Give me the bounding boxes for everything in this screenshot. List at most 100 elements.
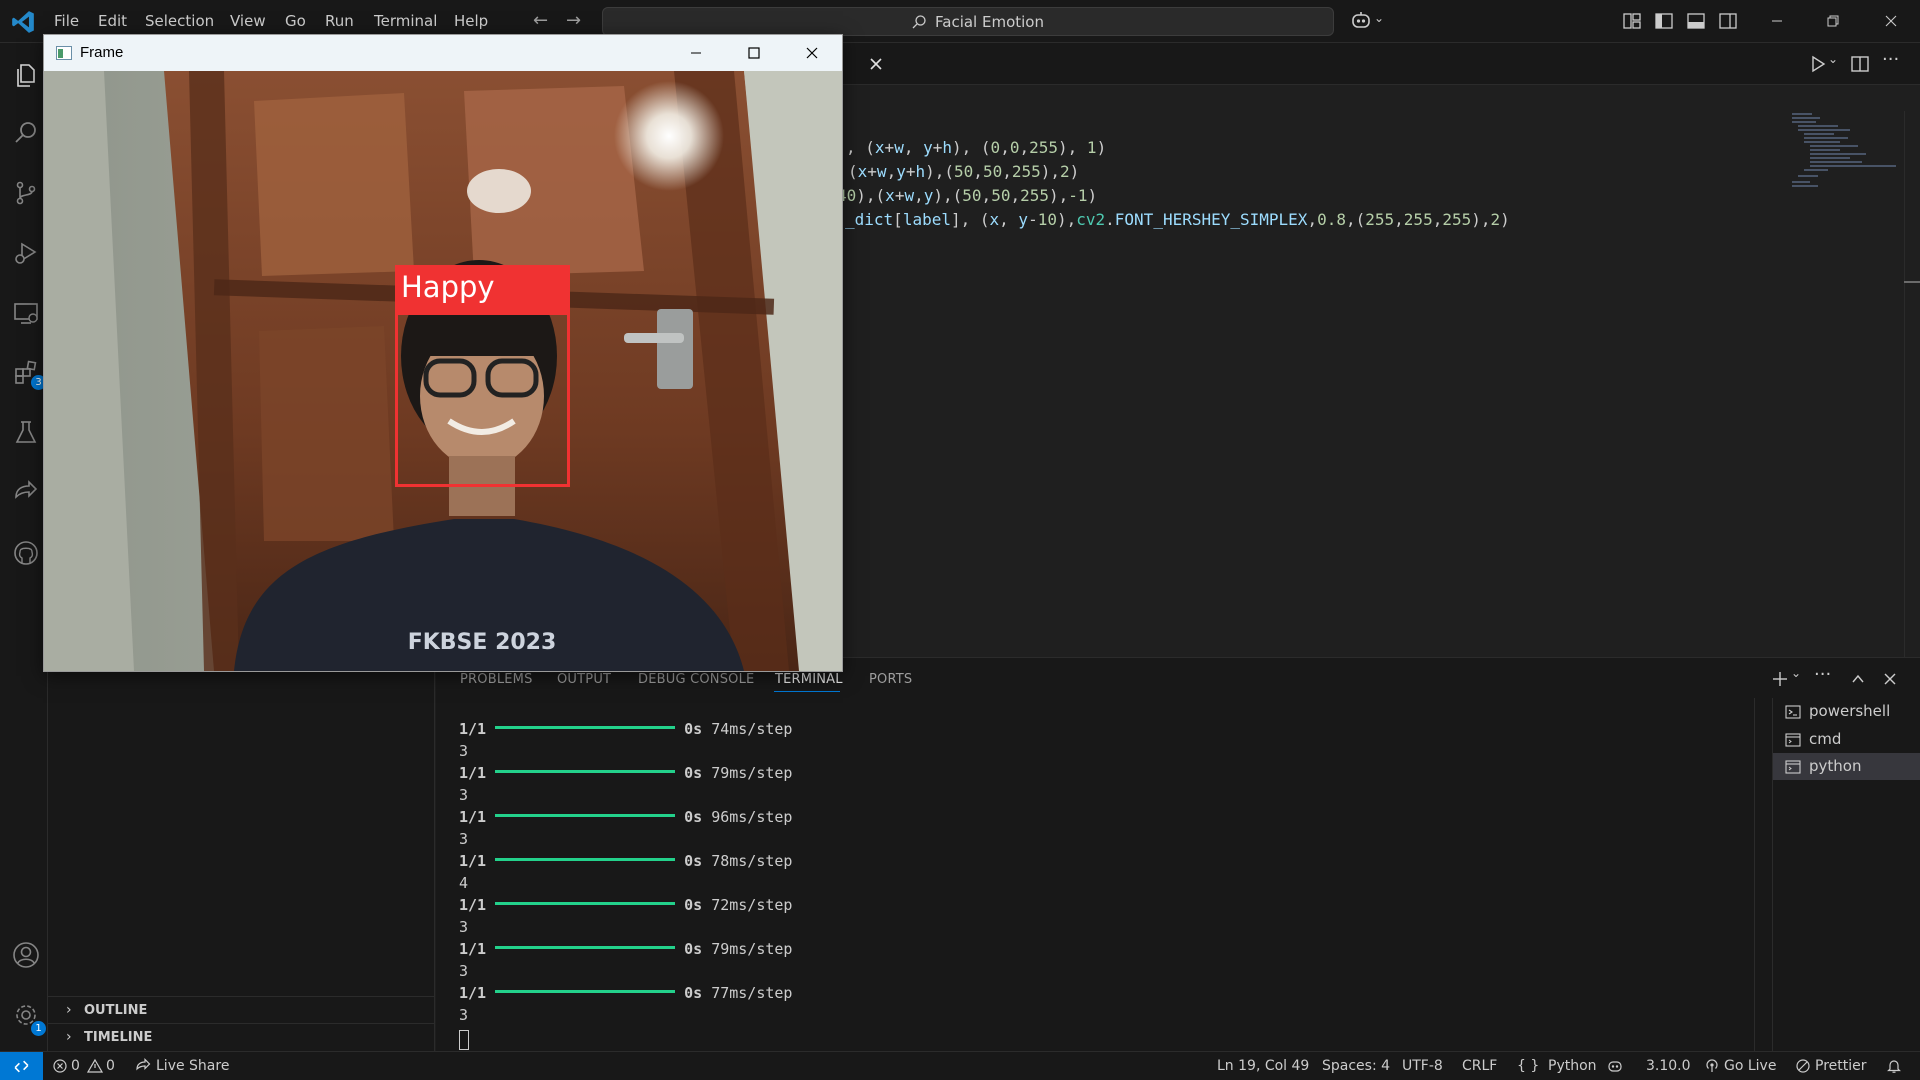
editor-scrollbar[interactable] (1904, 111, 1920, 657)
maximize-panel-icon[interactable] (1848, 669, 1868, 689)
search-icon[interactable] (12, 119, 40, 147)
code-token: 50 (954, 162, 974, 181)
outline-section-header[interactable]: › OUTLINE (48, 996, 435, 1023)
code-token: 255 (1029, 138, 1059, 157)
frame-minimize-icon[interactable] (684, 41, 708, 65)
prettier-check-icon[interactable] (1795, 1058, 1811, 1074)
toggle-secondary-sidebar-icon[interactable] (1718, 11, 1738, 31)
frame-title-bar[interactable]: Frame (44, 35, 842, 71)
forward-arrow-icon[interactable]: → (566, 10, 581, 31)
menu-run[interactable]: Run (325, 12, 354, 30)
tab-problems[interactable]: PROBLEMS (460, 672, 533, 687)
menu-terminal[interactable]: Terminal (374, 12, 437, 30)
code-token: + (932, 138, 943, 157)
minimap[interactable] (1790, 111, 1902, 231)
step-count: 1/1 (459, 720, 487, 738)
copilot-icon[interactable] (1350, 10, 1372, 32)
code-token: , (1019, 138, 1030, 157)
code-token: 50 (982, 162, 1003, 181)
live-share-icon[interactable] (135, 1058, 151, 1074)
run-debug-icon[interactable] (12, 239, 40, 267)
tab-output[interactable]: OUTPUT (557, 672, 611, 687)
run-menu-chevron-icon[interactable]: ⌄ (1828, 52, 1838, 66)
code-token: , (1394, 210, 1404, 229)
elapsed-time: 0s (684, 984, 703, 1002)
broadcast-icon[interactable] (1704, 1058, 1720, 1074)
terminal-item-label: powershell (1809, 702, 1891, 720)
back-arrow-icon[interactable]: ← (533, 10, 548, 31)
copilot-status-icon[interactable] (1607, 1058, 1623, 1074)
code-token: ),( (933, 186, 963, 205)
terminal-item-python[interactable]: python (1773, 753, 1920, 780)
live-share-icon[interactable] (12, 479, 40, 507)
menu-go[interactable]: Go (285, 12, 306, 30)
remote-indicator-button[interactable] (0, 1052, 43, 1080)
outline-label: OUTLINE (84, 1003, 148, 1018)
new-terminal-icon[interactable] (1770, 669, 1790, 689)
terminal-item-cmd[interactable]: cmd (1773, 726, 1920, 753)
command-center-search[interactable]: Facial Emotion (602, 7, 1334, 36)
source-control-icon[interactable] (12, 179, 40, 207)
cursor-position[interactable]: Ln 19, Col 49 (1217, 1058, 1309, 1074)
panel-more-actions-icon[interactable]: ··· (1814, 664, 1831, 685)
prettier-label[interactable]: Prettier (1815, 1058, 1867, 1074)
copilot-menu-chevron-icon[interactable]: ⌄ (1374, 11, 1384, 25)
close-window-icon[interactable] (1878, 8, 1904, 34)
frame-maximize-icon[interactable] (742, 41, 766, 65)
toggle-panel-icon[interactable] (1686, 11, 1706, 31)
menu-view[interactable]: View (230, 12, 266, 30)
elapsed-time: 0s (684, 808, 703, 826)
warning-count[interactable]: 0 (106, 1058, 115, 1074)
window-app-icon (56, 46, 72, 60)
code-token: + (867, 162, 877, 181)
opencv-frame-window[interactable]: Frame FKBSE 2023 Happy (43, 34, 843, 672)
toggle-primary-sidebar-icon[interactable] (1654, 11, 1674, 31)
code-token: h (942, 138, 953, 157)
prediction-result: 3 (459, 786, 469, 804)
customize-layout-icon[interactable] (1622, 11, 1642, 31)
tab-terminal[interactable]: TERMINAL (775, 672, 843, 687)
frame-close-icon[interactable] (800, 41, 824, 65)
terminal-scrollbar[interactable] (1754, 698, 1755, 1052)
code-token: , (1010, 186, 1021, 205)
code-token: , (1432, 210, 1443, 229)
more-actions-icon[interactable]: ··· (1882, 49, 1899, 70)
github-icon[interactable] (12, 539, 40, 567)
minimize-window-icon[interactable] (1764, 8, 1790, 34)
menu-selection[interactable]: Selection (145, 12, 214, 30)
code-token: 255 (1011, 162, 1041, 181)
terminal-profile-chevron-icon[interactable]: ⌄ (1791, 666, 1801, 680)
go-live-label[interactable]: Go Live (1724, 1058, 1776, 1074)
close-panel-icon[interactable] (1880, 669, 1900, 689)
indentation[interactable]: Spaces: 4 (1322, 1058, 1390, 1074)
menu-file[interactable]: File (54, 12, 79, 30)
terminal-item-label: cmd (1809, 730, 1842, 748)
timeline-section-header[interactable]: › TIMELINE (48, 1023, 435, 1050)
testing-icon[interactable] (12, 419, 40, 447)
notifications-bell-icon[interactable] (1886, 1058, 1902, 1074)
code-token: . (1105, 210, 1115, 229)
menu-edit[interactable]: Edit (98, 12, 127, 30)
menu-help[interactable]: Help (454, 12, 488, 30)
python-interpreter-version[interactable]: 3.10.0 (1646, 1058, 1691, 1074)
split-editor-icon[interactable] (1850, 54, 1870, 74)
account-icon[interactable] (12, 941, 40, 969)
live-share-label[interactable]: Live Share (156, 1058, 229, 1074)
error-icon[interactable] (52, 1058, 68, 1074)
explorer-icon[interactable] (12, 61, 40, 89)
tab-ports[interactable]: PORTS (869, 672, 912, 687)
warning-icon[interactable] (87, 1058, 103, 1074)
braces-icon[interactable]: { } (1517, 1058, 1539, 1074)
code-token: 0 (990, 138, 1001, 157)
restore-window-icon[interactable] (1820, 8, 1846, 34)
run-python-file-icon[interactable] (1808, 54, 1828, 74)
tab-debug-console[interactable]: DEBUG CONSOLE (638, 672, 754, 687)
terminal-item-powershell[interactable]: powershell (1773, 698, 1920, 725)
step-rate: 79ms/step (711, 764, 793, 782)
encoding[interactable]: UTF-8 (1402, 1058, 1443, 1074)
close-tab-icon[interactable] (864, 52, 888, 76)
language-mode[interactable]: Python (1548, 1058, 1597, 1074)
end-of-line[interactable]: CRLF (1462, 1058, 1497, 1074)
remote-explorer-icon[interactable] (12, 299, 40, 327)
error-count[interactable]: 0 (71, 1058, 80, 1074)
